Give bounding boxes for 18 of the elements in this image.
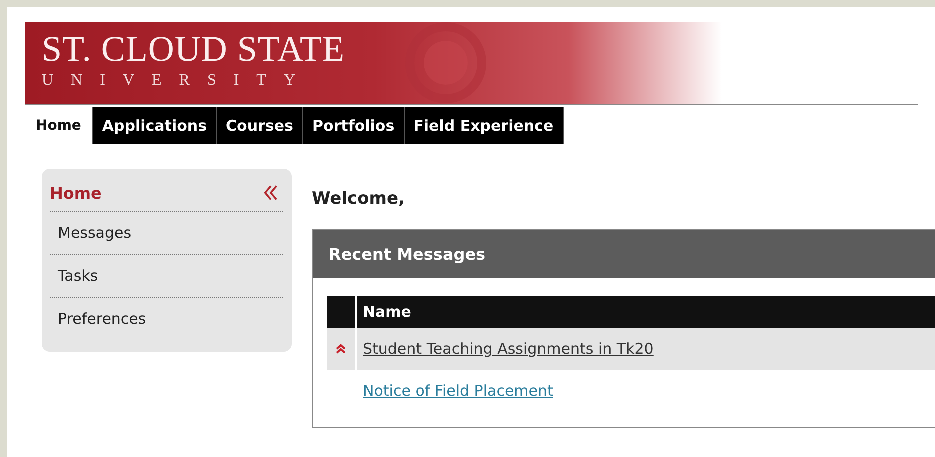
logo-title: ST. CLOUD STATE xyxy=(42,28,345,70)
nav-tab[interactable]: Courses xyxy=(217,107,304,144)
message-row[interactable]: Notice of Field Placement xyxy=(327,370,935,412)
sidebar-item[interactable]: Tasks xyxy=(50,267,98,285)
welcome-heading: Welcome, xyxy=(312,189,406,211)
sidebar-item[interactable]: Home xyxy=(50,184,102,202)
nav-tab[interactable]: Portfolios xyxy=(303,107,405,144)
collapse-icon[interactable] xyxy=(262,184,280,202)
nav-tab[interactable]: Field Experience xyxy=(404,107,564,144)
message-row[interactable]: Student Teaching Assignments in Tk20 xyxy=(327,328,935,370)
message-link[interactable]: Notice of Field Placement xyxy=(363,382,554,400)
column-header: Name xyxy=(362,302,412,323)
message-link[interactable]: Student Teaching Assignments in Tk20 xyxy=(363,340,654,358)
logo-subtitle: UNIVERSITY xyxy=(42,71,314,91)
panel-title: Recent Messages xyxy=(313,230,935,278)
sidebar-item[interactable]: Preferences xyxy=(50,310,146,328)
sidebar-item[interactable]: Messages xyxy=(50,224,132,242)
nav-tab[interactable]: Applications xyxy=(93,107,218,144)
